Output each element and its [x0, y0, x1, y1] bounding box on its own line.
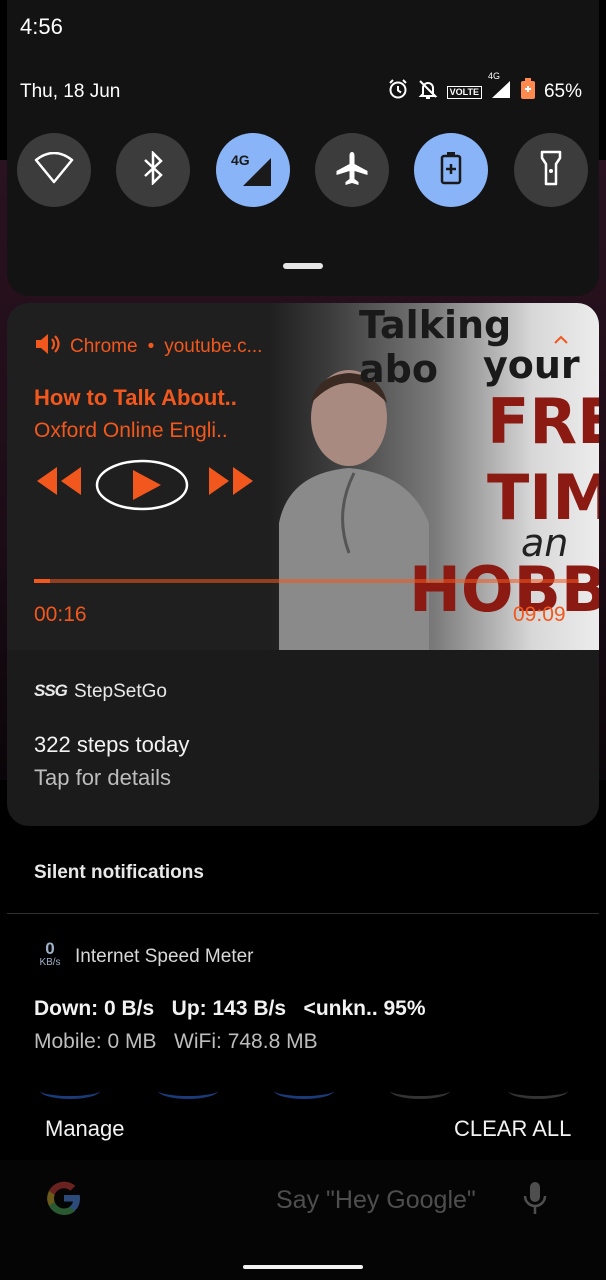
play-icon	[95, 459, 189, 516]
media-progress-fill	[34, 579, 51, 583]
manage-button[interactable]: Manage	[45, 1116, 125, 1142]
battery-icon	[520, 78, 536, 106]
status-time: 4:56	[20, 14, 63, 39]
signal-icon: 4G	[488, 71, 512, 105]
clear-all-button[interactable]: CLEAR ALL	[454, 1116, 571, 1142]
stepsetgo-text: Tap for details	[34, 765, 171, 790]
expand-chevron-icon[interactable]	[553, 333, 569, 351]
battery-saver-tile[interactable]	[414, 133, 488, 207]
status-icons: VOLTE 4G 65%	[387, 71, 582, 106]
background-app-icon	[274, 1082, 334, 1099]
volte-icon: VOLTE	[446, 85, 482, 99]
media-source: Chrome • youtube.c...	[34, 333, 262, 361]
media-source-url: youtube.c...	[164, 336, 263, 357]
elapsed-time: 00:16	[34, 603, 87, 626]
status-date: Thu, 18 Jun	[20, 81, 121, 102]
artwork-line-3: FRE	[487, 385, 599, 458]
airplane-icon	[334, 150, 370, 191]
wifi-tile[interactable]	[17, 133, 91, 207]
background-app-icon	[40, 1082, 100, 1099]
media-separator: •	[147, 336, 155, 357]
expand-handle[interactable]	[283, 263, 323, 269]
microphone-icon[interactable]	[522, 1180, 548, 1221]
wifi-icon	[34, 151, 74, 189]
network-type-label: 4G	[487, 71, 500, 81]
stepsetgo-title: 322 steps today	[34, 732, 190, 757]
bluetooth-tile[interactable]	[116, 133, 190, 207]
rewind-icon	[35, 467, 83, 505]
speed-meter-text[interactable]: Mobile: 0 MB WiFi: 748.8 MB	[34, 1030, 318, 1054]
speed-meter-icon-value: 0	[45, 939, 55, 958]
stepsetgo-notification[interactable]: SSG StepSetGo 322 steps today Tap for de…	[7, 650, 599, 826]
stepsetgo-app-name: StepSetGo	[74, 681, 167, 702]
background-app-icon	[158, 1082, 218, 1099]
flashlight-tile[interactable]	[514, 133, 588, 207]
media-progress-track[interactable]	[34, 579, 579, 583]
notifications-off-icon	[417, 78, 439, 106]
battery-percent: 65%	[543, 81, 582, 102]
airplane-tile[interactable]	[315, 133, 389, 207]
section-divider	[7, 913, 599, 914]
google-search-bar[interactable]	[0, 1160, 606, 1280]
speed-meter-title[interactable]: Down: 0 B/s Up: 143 B/s <unkn.. 95%	[34, 997, 426, 1021]
mobile-data-icon: 4G	[231, 152, 275, 188]
battery-saver-icon	[440, 151, 462, 190]
fast-forward-icon	[207, 467, 255, 505]
mobile-data-tile[interactable]: 4G	[216, 133, 290, 207]
silent-notifications-header: Silent notifications	[34, 862, 204, 883]
speed-meter-icon: 0 KB/s	[34, 940, 66, 968]
stepsetgo-logo: SSG	[34, 681, 68, 700]
media-app-name: Chrome	[70, 336, 138, 357]
mobile-data-label: 4G	[231, 152, 250, 168]
artwork-line-6: HOBB	[409, 553, 599, 626]
album-artwork: Talking abo your FRE TIM an HOBB	[269, 303, 599, 650]
navigation-handle[interactable]	[243, 1265, 363, 1269]
flashlight-icon	[540, 150, 562, 191]
background-app-icon	[508, 1082, 568, 1099]
media-notification[interactable]: Talking abo your FRE TIM an HOBB Chrome …	[7, 303, 599, 650]
speaker-icon	[34, 333, 60, 361]
play-button[interactable]	[95, 458, 189, 517]
quick-settings-panel	[7, 0, 599, 296]
rewind-button[interactable]	[35, 461, 83, 506]
google-logo-icon	[44, 1178, 84, 1223]
speed-meter-app-name: Internet Speed Meter	[75, 946, 254, 967]
media-title: How to Talk About..	[34, 385, 237, 410]
speed-meter-icon-unit: KB/s	[39, 957, 61, 968]
fast-forward-button[interactable]	[207, 461, 255, 506]
total-time: 09:09	[513, 603, 566, 626]
media-artist: Oxford Online Engli..	[34, 419, 228, 442]
background-app-icon	[390, 1082, 450, 1099]
search-hint: Say "Hey Google"	[276, 1186, 476, 1214]
bluetooth-icon	[141, 149, 165, 190]
alarm-icon	[387, 78, 409, 106]
